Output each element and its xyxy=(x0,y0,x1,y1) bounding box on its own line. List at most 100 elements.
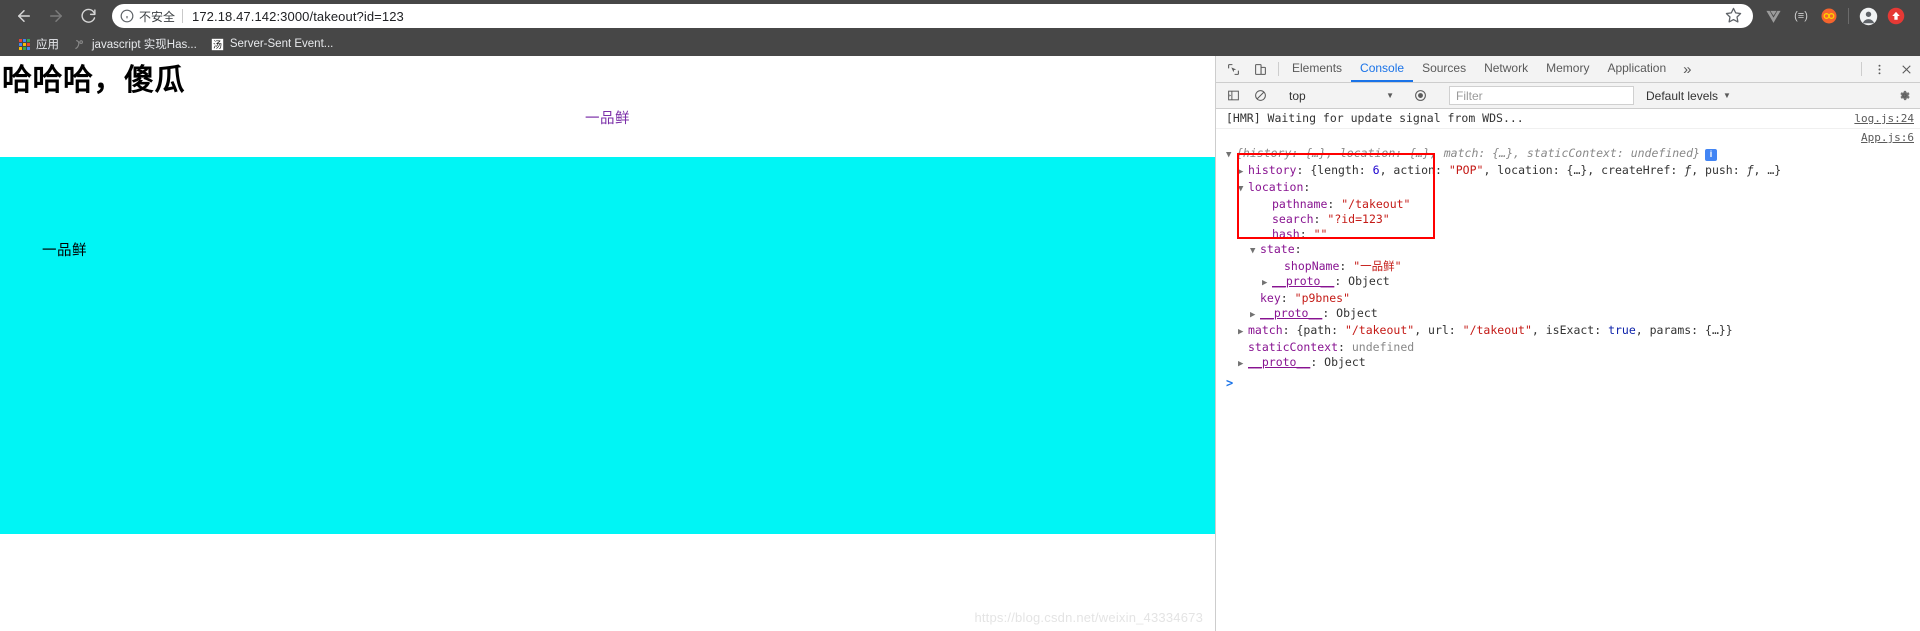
object-key: history xyxy=(1248,163,1297,177)
object-value: , action: xyxy=(1379,163,1449,177)
profile-avatar-icon[interactable] xyxy=(1854,2,1882,30)
kebab-menu-icon[interactable] xyxy=(1866,56,1893,82)
log-levels-value: Default levels xyxy=(1646,88,1719,103)
object-value: , staticContext: xyxy=(1513,146,1631,160)
tab-elements[interactable]: Elements xyxy=(1283,56,1351,82)
object-value: , match: xyxy=(1429,146,1493,160)
close-devtools-icon[interactable] xyxy=(1893,56,1920,82)
forward-button[interactable] xyxy=(40,0,72,32)
console-object-line[interactable]: key: "p9bnes" xyxy=(1226,291,1914,306)
info-badge-icon[interactable]: i xyxy=(1704,148,1717,161)
console-output[interactable]: [HMR] Waiting for update signal from WDS… xyxy=(1216,109,1920,631)
chevron-right-icon[interactable] xyxy=(1238,357,1248,372)
console-object-line[interactable]: staticContext: undefined xyxy=(1226,340,1914,355)
live-expression-icon[interactable] xyxy=(1407,89,1434,102)
object-key: location xyxy=(1248,180,1304,194)
object-value: {history: xyxy=(1236,146,1306,160)
object-key: state xyxy=(1260,242,1295,256)
shop-name-link[interactable]: 一品鲜 xyxy=(0,98,1215,128)
update-button[interactable] xyxy=(1882,2,1910,30)
tab-sources[interactable]: Sources xyxy=(1413,56,1475,82)
console-sidebar-icon[interactable] xyxy=(1220,89,1247,102)
chevron-right-icon[interactable] xyxy=(1262,276,1272,291)
console-object-line[interactable]: hash: "" xyxy=(1226,227,1914,242)
bookmark-item-1[interactable]: javascript 实现Has... xyxy=(66,34,204,54)
console-message-hmr[interactable]: [HMR] Waiting for update signal from WDS… xyxy=(1216,109,1920,129)
object-value: , isExact: xyxy=(1531,323,1609,337)
address-bar[interactable]: 不安全 172.18.47.142:3000/takeout?id=123 xyxy=(112,4,1753,28)
console-toolbar: top ▼ Filter Default levels ▼ xyxy=(1216,83,1920,109)
object-value: __proto__ xyxy=(1260,306,1323,320)
console-object-line[interactable]: shopName: "一品鲜" xyxy=(1226,259,1914,274)
url-text[interactable]: 172.18.47.142:3000/takeout?id=123 xyxy=(192,9,1717,24)
gear-icon[interactable] xyxy=(1891,89,1918,102)
chevron-right-icon[interactable] xyxy=(1238,165,1248,180)
object-value: "/takeout" xyxy=(1462,323,1532,337)
object-value: "?id=123" xyxy=(1327,212,1390,226)
console-object-line[interactable]: history: {length: 6, action: "POP", loca… xyxy=(1226,163,1914,180)
object-value: , location: {…}, createHref: xyxy=(1483,163,1685,177)
console-object-line[interactable]: location: xyxy=(1226,180,1914,197)
console-object-line[interactable]: state: xyxy=(1226,242,1914,259)
infinity-icon[interactable] xyxy=(1815,2,1843,30)
object-value: 6 xyxy=(1372,163,1380,177)
vue-devtools-icon[interactable] xyxy=(1759,2,1787,30)
reload-button[interactable] xyxy=(72,0,104,32)
chevron-down-icon: ▼ xyxy=(1723,91,1731,100)
console-object-line[interactable]: {history: {…}, location: {…}, match: {…}… xyxy=(1226,146,1914,163)
object-value: : xyxy=(1299,227,1314,241)
tampermonkey-icon[interactable]: (≡) xyxy=(1787,2,1815,30)
object-value: "p9bnes" xyxy=(1294,291,1351,305)
back-button[interactable] xyxy=(8,0,40,32)
chevron-down-icon[interactable] xyxy=(1250,244,1260,259)
console-filter-input[interactable]: Filter xyxy=(1449,86,1634,105)
apps-grid-icon xyxy=(19,38,30,50)
tab-application[interactable]: Application xyxy=(1598,56,1675,82)
clear-console-icon[interactable] xyxy=(1247,89,1274,102)
object-value: , location: xyxy=(1326,146,1410,160)
tabbar-divider-right xyxy=(1861,62,1862,76)
cyan-block-label: 一品鲜 xyxy=(42,243,87,259)
chevron-down-icon[interactable] xyxy=(1226,148,1236,163)
tab-network[interactable]: Network xyxy=(1475,56,1537,82)
object-value: "/takeout" xyxy=(1341,197,1411,211)
console-prompt[interactable]: > xyxy=(1216,373,1920,393)
console-object-tree[interactable]: {history: {…}, location: {…}, match: {…}… xyxy=(1216,145,1920,373)
object-value: : xyxy=(1338,340,1352,354)
tab-memory[interactable]: Memory xyxy=(1537,56,1598,82)
bookmark-label: 应用 xyxy=(36,39,59,51)
object-value: : xyxy=(1280,291,1295,305)
chevron-right-icon[interactable] xyxy=(1238,325,1248,340)
console-source-link[interactable]: log.js:24 xyxy=(1842,111,1914,126)
console-object-line[interactable]: pathname: "/takeout" xyxy=(1226,197,1914,212)
log-levels-select[interactable]: Default levels ▼ xyxy=(1640,89,1737,103)
console-object-line[interactable]: match: {path: "/takeout", url: "/takeout… xyxy=(1226,323,1914,340)
more-tabs-icon[interactable]: » xyxy=(1675,56,1699,82)
device-toolbar-icon[interactable] xyxy=(1247,56,1274,82)
browser-chrome: 不安全 172.18.47.142:3000/takeout?id=123 (≡… xyxy=(0,0,1920,56)
object-value: : xyxy=(1327,197,1342,211)
devtools-tabbar: Elements Console Sources Network Memory … xyxy=(1216,56,1920,83)
console-object-line[interactable]: __proto__: Object xyxy=(1226,274,1914,291)
console-source-link[interactable]: App.js:6 xyxy=(1849,130,1914,145)
console-object-line[interactable]: __proto__: Object xyxy=(1226,306,1914,323)
chevron-right-icon[interactable] xyxy=(1250,308,1260,323)
tabbar-divider xyxy=(1278,62,1279,76)
object-key: key xyxy=(1260,291,1281,305)
inspect-element-icon[interactable] xyxy=(1220,56,1247,82)
bookmark-apps[interactable]: 应用 xyxy=(12,34,66,54)
object-value: , push: xyxy=(1691,163,1747,177)
execution-context-select[interactable]: top ▼ xyxy=(1283,86,1398,105)
chevron-down-icon: ▼ xyxy=(1386,91,1394,100)
console-object-line[interactable]: search: "?id=123" xyxy=(1226,212,1914,227)
bookmark-star-icon[interactable] xyxy=(1725,7,1743,25)
object-value: : Object xyxy=(1334,274,1390,288)
console-object-line[interactable]: __proto__: Object xyxy=(1226,355,1914,372)
execution-context-value: top xyxy=(1289,88,1306,103)
tab-console[interactable]: Console xyxy=(1351,56,1414,82)
chevron-down-icon[interactable] xyxy=(1238,182,1248,197)
object-value: "" xyxy=(1313,227,1328,241)
object-value: "一品鲜" xyxy=(1353,259,1402,273)
extension-icons: (≡) xyxy=(1759,2,1910,30)
bookmark-item-2[interactable]: 汤 Server-Sent Event... xyxy=(204,34,341,54)
